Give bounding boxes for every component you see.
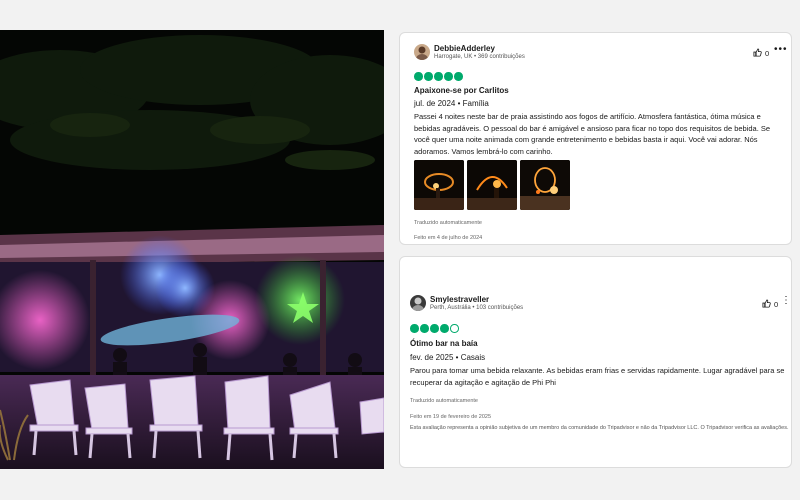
- helpful-count: 0: [774, 300, 779, 309]
- rating-bubble-filled: [420, 324, 429, 333]
- thumbs-up-icon: [762, 299, 771, 310]
- rating-bubble-filled: [424, 72, 433, 81]
- rating-bubble-filled: [414, 72, 423, 81]
- rating-bubbles: [414, 72, 463, 81]
- review-date: jul. de 2024 • Família: [414, 99, 489, 108]
- avatar[interactable]: [410, 295, 426, 311]
- thumbs-up-icon: [753, 48, 762, 59]
- fire-show-photo-1[interactable]: [414, 160, 464, 210]
- review-card: DebbieAdderley Harrogate, UK • 369 contr…: [399, 32, 792, 245]
- review-body: Parou para tomar uma bebida relaxante. A…: [410, 366, 785, 387]
- review-author[interactable]: Smylestraveller: [430, 295, 489, 304]
- rating-bubble-empty: [450, 324, 459, 333]
- rating-bubble-filled: [440, 324, 449, 333]
- review-photos: [414, 160, 570, 210]
- rating-bubbles: [410, 324, 459, 333]
- review-title[interactable]: Ótimo bar na baía: [410, 339, 478, 348]
- helpful-button[interactable]: 0: [762, 299, 778, 310]
- rating-bubble-filled: [434, 72, 443, 81]
- rating-bubble-filled: [410, 324, 419, 333]
- translated-note: Traduzido automaticamente: [410, 398, 478, 404]
- fire-show-photo-3[interactable]: [520, 160, 570, 210]
- review-written-date: Feito em 4 de julho de 2024: [414, 235, 483, 241]
- review-title[interactable]: Apaixone-se por Carlitos: [414, 86, 509, 95]
- rating-bubble-filled: [444, 72, 453, 81]
- more-options-icon[interactable]: •••: [774, 44, 788, 55]
- review-author[interactable]: DebbieAdderley: [434, 44, 495, 53]
- beach-bar-photo: [0, 30, 384, 469]
- translated-note: Traduzido automaticamente: [414, 220, 482, 226]
- avatar[interactable]: [414, 44, 430, 60]
- review-author-meta: Perth, Austrália • 103 contribuições: [430, 305, 524, 311]
- review-disclaimer: Esta avaliação representa a opinião subj…: [410, 425, 789, 431]
- page: DebbieAdderley Harrogate, UK • 369 contr…: [0, 0, 800, 500]
- review-author-meta: Harrogate, UK • 369 contribuições: [434, 54, 525, 60]
- review-card: Smylestraveller Perth, Austrália • 103 c…: [399, 256, 792, 468]
- rating-bubble-filled: [454, 72, 463, 81]
- helpful-count: 0: [765, 49, 770, 58]
- more-options-icon[interactable]: ⋮: [781, 295, 792, 306]
- beach-bar-night-photo-icon: [0, 30, 384, 469]
- review-body: Passei 4 noites neste bar de praia assis…: [414, 112, 771, 156]
- fire-show-photo-2[interactable]: [467, 160, 517, 210]
- rating-bubble-filled: [430, 324, 439, 333]
- review-written-date: Feito em 19 de fevereiro de 2025: [410, 414, 492, 420]
- helpful-button[interactable]: 0: [753, 48, 769, 59]
- review-date: fev. de 2025 • Casais: [410, 353, 486, 362]
